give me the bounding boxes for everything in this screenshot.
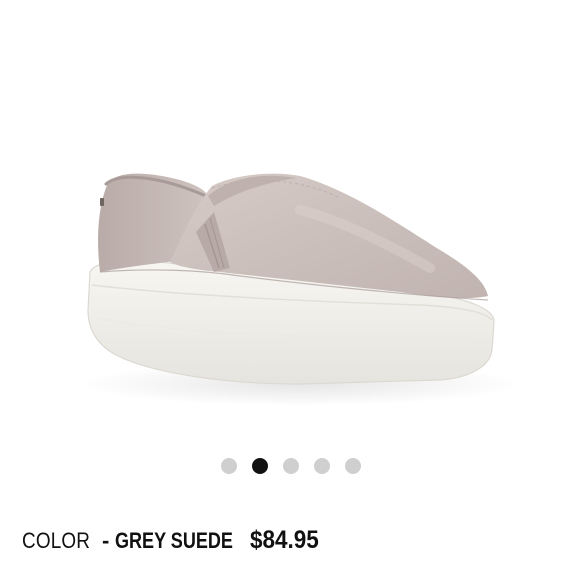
color-label: COLOR	[22, 528, 91, 553]
carousel-dot-2-active[interactable]	[252, 458, 268, 474]
product-page: COLOR - GREY SUEDE $84.95	[0, 0, 580, 580]
color-separator: -	[102, 528, 110, 553]
product-image[interactable]	[0, 0, 580, 440]
shoe-illustration	[80, 173, 520, 406]
carousel-dot-3[interactable]	[283, 458, 299, 474]
carousel-dot-4[interactable]	[314, 458, 330, 474]
product-price: $84.95	[250, 526, 320, 554]
carousel-dot-5[interactable]	[345, 458, 361, 474]
image-carousel-indicator	[0, 456, 580, 476]
color-value: GREY SUEDE	[115, 528, 234, 553]
product-caption: COLOR - GREY SUEDE $84.95	[22, 526, 327, 556]
carousel-dot-1[interactable]	[221, 458, 237, 474]
